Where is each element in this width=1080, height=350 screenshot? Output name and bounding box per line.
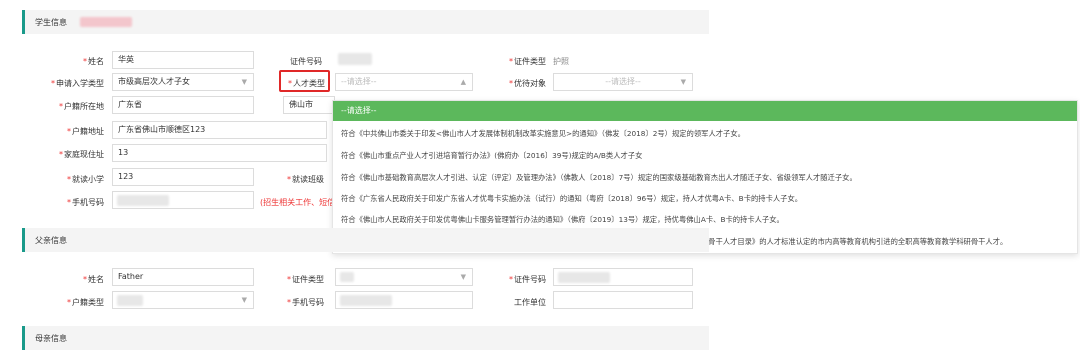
mother-section-header: 母亲信息 bbox=[22, 326, 709, 350]
priority-placeholder: --请选择-- bbox=[605, 77, 641, 86]
student-id-no-label: 证件号码 bbox=[290, 57, 322, 66]
hukou-province-select[interactable]: 广东省 bbox=[112, 96, 254, 114]
chevron-down-icon: ▼ bbox=[460, 273, 466, 281]
father-phone-label: *手机号码 bbox=[287, 298, 324, 307]
redacted-father-id-no bbox=[558, 272, 610, 283]
student-section-title: 学生信息 bbox=[35, 18, 67, 27]
talent-type-select[interactable]: --请选择-- ▲ bbox=[335, 73, 473, 91]
father-phone-field[interactable] bbox=[335, 291, 473, 309]
father-work-label: 工作单位 bbox=[514, 298, 546, 307]
school-field[interactable]: 123 bbox=[112, 168, 254, 186]
dropdown-option[interactable]: 符合《佛山市重点产业人才引进培育暂行办法》(佛府办〔2016〕39号)规定的A/… bbox=[341, 151, 642, 161]
redacted-student-name bbox=[80, 17, 132, 27]
redacted-father-id-type bbox=[340, 272, 354, 282]
student-name-label: *姓名 bbox=[83, 57, 104, 66]
father-section-title: 父亲信息 bbox=[35, 236, 67, 245]
talent-type-placeholder: --请选择-- bbox=[341, 77, 377, 86]
apply-type-label: *申请入学类型 bbox=[51, 79, 104, 88]
father-work-field[interactable] bbox=[553, 291, 693, 309]
father-id-no-field[interactable] bbox=[553, 268, 693, 286]
hukou-addr-label: *户籍地址 bbox=[67, 127, 104, 136]
apply-type-select[interactable]: 市级高层次人才子女 ▼ bbox=[112, 73, 254, 91]
father-name-label: *姓名 bbox=[83, 275, 104, 284]
hukou-addr-field[interactable]: 广东省佛山市顺德区123 bbox=[112, 121, 327, 139]
father-id-type-select[interactable]: ▼ bbox=[335, 268, 473, 286]
father-id-no-label: *证件号码 bbox=[509, 275, 546, 284]
apply-type-value: 市级高层次人才子女 bbox=[118, 77, 190, 86]
priority-label: *优待对象 bbox=[509, 79, 546, 88]
father-hukou-type-select[interactable]: ▼ bbox=[112, 291, 254, 309]
phone-hint: (招生相关工作、短信 bbox=[260, 198, 336, 207]
father-section-header: 父亲信息 bbox=[22, 228, 709, 252]
home-addr-label: *家庭现住址 bbox=[59, 150, 104, 159]
redacted-student-phone bbox=[117, 195, 169, 206]
hukou-loc-label: *户籍所在地 bbox=[59, 102, 104, 111]
chevron-up-icon: ▲ bbox=[460, 78, 466, 86]
hukou-city-select[interactable]: 佛山市 bbox=[283, 96, 335, 114]
chevron-down-icon: ▼ bbox=[680, 78, 686, 86]
dropdown-option-placeholder[interactable]: --请选择-- bbox=[333, 101, 1077, 121]
talent-type-label: *人才类型 bbox=[288, 79, 325, 88]
redacted-student-id-no bbox=[338, 53, 372, 65]
chevron-down-icon: ▼ bbox=[241, 78, 247, 86]
father-hukou-type-label: *户籍类型 bbox=[67, 298, 104, 307]
school-label: *就读小学 bbox=[67, 175, 104, 184]
dropdown-option[interactable]: 符合《中共佛山市委关于印发<佛山市人才发展体制机制改革实施意见>的通知》（佛发〔… bbox=[341, 129, 745, 139]
student-section-header: 学生信息 bbox=[22, 10, 709, 34]
student-id-type-label: *证件类型 bbox=[509, 57, 546, 66]
dropdown-option[interactable]: 符合《佛山市基础教育高层次人才引进、认定（评定）及管理办法》（佛教人〔2018〕… bbox=[341, 173, 857, 183]
father-name-field[interactable]: Father bbox=[112, 268, 254, 286]
dropdown-option[interactable]: 符合《广东省人民政府关于印发广东省人才优粤卡实施办法（试行）的通知（粤府〔201… bbox=[341, 194, 802, 204]
student-name-field[interactable]: 华英 bbox=[112, 51, 254, 69]
priority-select[interactable]: --请选择-- ▼ bbox=[553, 73, 693, 91]
redacted-father-hukou-type bbox=[117, 295, 143, 306]
father-id-type-label: *证件类型 bbox=[287, 275, 324, 284]
student-id-type-value: 护照 bbox=[553, 57, 569, 66]
dropdown-option[interactable]: 符合《佛山市人民政府关于印发优粤佛山卡服务管理暂行办法的通知》（佛府〔2019〕… bbox=[341, 215, 784, 225]
home-addr-field[interactable]: 13 bbox=[112, 144, 327, 162]
class-label: *就读班级 bbox=[287, 175, 324, 184]
redacted-father-phone bbox=[340, 295, 392, 306]
chevron-down-icon: ▼ bbox=[241, 296, 247, 304]
mother-section-title: 母亲信息 bbox=[35, 334, 67, 343]
student-phone-label: *手机号码 bbox=[67, 198, 104, 207]
student-phone-field[interactable] bbox=[112, 191, 254, 209]
